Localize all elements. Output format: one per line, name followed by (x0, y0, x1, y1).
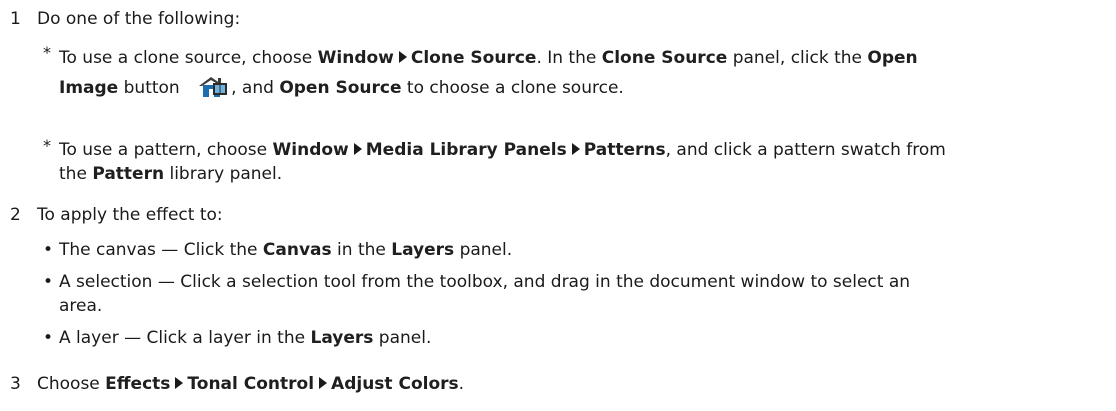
bullet-text: To use a pattern, choose Window Media Lib… (59, 138, 1109, 186)
step-number: 2 (10, 205, 21, 225)
text-run: panel. (454, 240, 513, 260)
panel-clone-source: Clone Source (601, 48, 728, 68)
step-text: Do one of the following: (37, 9, 241, 29)
bullet-marker: • (43, 328, 54, 348)
menu-window: Window (317, 48, 394, 68)
menu-tonal-control: Tonal Control (187, 374, 315, 394)
bullet-marker: * (43, 43, 51, 62)
text-run: , and (231, 78, 280, 98)
panel-layers: Layers (310, 328, 374, 348)
panel-layers: Layers (391, 240, 455, 260)
bullet-line-2: the Pattern library panel. (59, 162, 1109, 186)
bullet-marker: * (43, 136, 51, 155)
text-run: the (59, 164, 93, 184)
bullet-line-1: To use a pattern, choose Window Media Lib… (59, 138, 1109, 162)
menu-arrow-icon (319, 377, 328, 389)
text-run: button (118, 78, 186, 98)
menu-adjust-colors: Adjust Colors (331, 374, 459, 394)
open-source-label: Open Source (279, 78, 402, 98)
canvas-label: Canvas (262, 240, 332, 260)
text-run: in the (331, 240, 392, 260)
menu-arrow-icon (175, 377, 184, 389)
step-number: 1 (10, 9, 21, 29)
text-run: The canvas — Click the (59, 240, 263, 260)
text-run: . In the (536, 48, 602, 68)
text-run: To use a pattern, choose (59, 140, 273, 160)
step-number: 3 (10, 374, 21, 394)
open-image-icon (197, 75, 229, 99)
menu-arrow-icon (353, 143, 362, 155)
step-text: To apply the effect to: (37, 205, 223, 225)
bullet-text: A layer — Click a layer in the Layers pa… (59, 326, 1109, 350)
open-image-label: Open (867, 48, 918, 68)
menu-window: Window (272, 140, 349, 160)
bullet-text: The canvas — Click the Canvas in the Lay… (59, 238, 1109, 262)
panel-pattern: Pattern (92, 164, 165, 184)
bullet-line-1: A selection — Click a selection tool fro… (59, 272, 911, 292)
text-run: panel. (373, 328, 432, 348)
menu-patterns: Patterns (583, 140, 666, 160)
bullet-line-1: To use a clone source, choose Window Clon… (59, 45, 1109, 72)
bullet-marker: • (43, 240, 54, 260)
text-run: library panel. (164, 164, 283, 184)
text-run: A layer — Click a layer in the (59, 328, 311, 348)
open-image-label: Image (59, 78, 119, 98)
step-text: Choose Effects Tonal Control Adjust Colors… (37, 372, 464, 396)
menu-clone-source: Clone Source (410, 48, 537, 68)
menu-media-library-panels: Media Library Panels (365, 140, 567, 160)
bullet-line-2: area. (59, 296, 103, 316)
text-run: , and click a pattern swatch from (665, 140, 946, 160)
bullet-line-2: Image button , and Open Source to choose… (59, 75, 1109, 102)
text-run: . (458, 374, 465, 394)
menu-arrow-icon (571, 143, 580, 155)
text-run: panel, click the (727, 48, 868, 68)
bullet-text: To use a clone source, choose Window Clon… (59, 45, 1109, 102)
bullet-text: A selection — Click a selection tool fro… (59, 270, 1109, 318)
text-run: Choose (37, 374, 106, 394)
menu-arrow-icon (398, 51, 407, 63)
bullet-marker: • (43, 272, 54, 292)
text-run: To use a clone source, choose (59, 48, 318, 68)
text-run: to choose a clone source. (401, 78, 624, 98)
menu-effects: Effects (105, 374, 171, 394)
